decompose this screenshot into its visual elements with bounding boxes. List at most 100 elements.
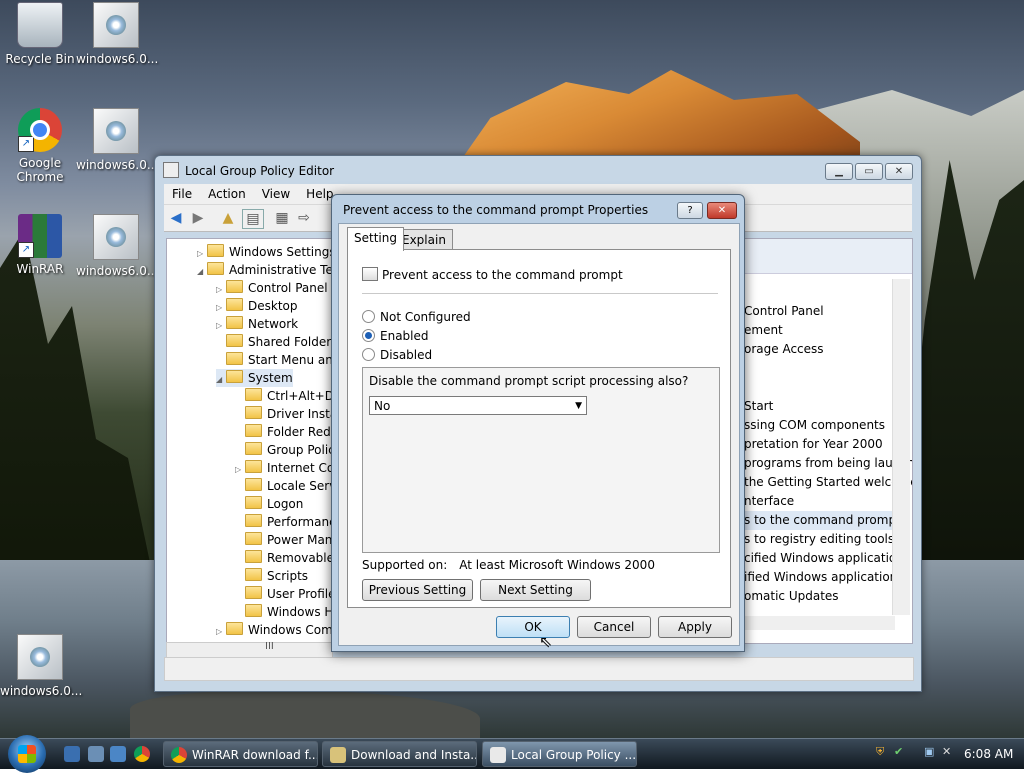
list-item[interactable]: s to registry editing tools xyxy=(744,530,894,549)
tab-setting[interactable]: Setting xyxy=(347,227,404,251)
list-item[interactable]: Control Panel xyxy=(744,302,824,321)
list-item[interactable]: Start xyxy=(744,397,773,416)
help-button[interactable]: ? xyxy=(677,202,703,219)
properties-dialog[interactable]: Prevent access to the command prompt Pro… xyxy=(331,194,745,652)
tree-item[interactable]: Ctrl+Alt+De xyxy=(245,387,332,405)
expand-arrow-icon[interactable]: ▷ xyxy=(216,317,226,335)
radio-not-configured[interactable]: Not Configured xyxy=(362,309,471,325)
tree-item[interactable]: ▷ Desktop xyxy=(216,297,298,315)
forward-arrow-icon[interactable]: ▶ xyxy=(188,209,208,227)
tree-item[interactable]: ▷ Windows Settings xyxy=(197,243,332,261)
list-item[interactable]: pretation for Year 2000 xyxy=(744,435,883,454)
tree-item[interactable]: Power Mana xyxy=(245,531,332,549)
desktop-icon-winrar[interactable]: ↗ WinRAR xyxy=(0,214,80,276)
taskbar-item-download-install[interactable]: Download and Insta... xyxy=(322,741,477,767)
switch-windows-icon[interactable] xyxy=(88,746,104,762)
list-item[interactable]: the Getting Started welcome xyxy=(744,473,912,492)
tree-item[interactable]: User Profiles xyxy=(245,585,332,603)
apply-button[interactable]: Apply xyxy=(658,616,732,638)
tree-item[interactable]: Shared Folders xyxy=(226,333,332,351)
desktop-icon-setup-4[interactable]: windows6.0... xyxy=(0,634,82,698)
list-item[interactable]: nterface xyxy=(744,492,794,511)
minimize-button[interactable]: ▁ xyxy=(825,163,853,180)
tree-item[interactable]: Scripts xyxy=(245,567,308,585)
radio-disabled[interactable]: Disabled xyxy=(362,347,432,363)
checkmark-icon[interactable]: ✔ xyxy=(894,745,908,759)
tree-item[interactable]: Performanc xyxy=(245,513,332,531)
cancel-button[interactable]: Cancel xyxy=(577,616,651,638)
tree-item[interactable]: ▷ Internet Cor xyxy=(235,459,332,479)
settings-horizontal-scrollbar[interactable] xyxy=(735,616,895,630)
tree-item[interactable]: ▷ Windows Comp xyxy=(216,621,332,641)
shield-icon[interactable]: ⛨ xyxy=(876,745,890,759)
tree-item[interactable]: Locale Servi xyxy=(245,477,332,495)
radio-enabled[interactable]: Enabled xyxy=(362,328,429,344)
chrome-quicklaunch-icon[interactable] xyxy=(134,746,150,762)
collapse-arrow-icon[interactable]: ◢ xyxy=(197,263,207,281)
tree-horizontal-scrollbar[interactable]: III xyxy=(166,641,333,658)
tree-item[interactable]: Folder Redir xyxy=(245,423,332,441)
settings-list-pane[interactable]: Control Panel ement orage Access Start s… xyxy=(735,238,913,644)
desktop-icon-setup-2[interactable]: windows6.0... xyxy=(76,108,158,172)
volume-muted-icon[interactable]: ✕ xyxy=(942,745,956,759)
dropdown-value: No xyxy=(374,399,391,413)
tree-item[interactable]: ▷ Control Panel xyxy=(216,279,328,297)
start-button[interactable] xyxy=(8,735,46,773)
scroll-grip[interactable]: III xyxy=(265,641,274,652)
expand-arrow-icon[interactable]: ▷ xyxy=(216,623,226,641)
radio-button-selected-icon[interactable] xyxy=(362,329,375,342)
menu-action[interactable]: Action xyxy=(200,184,254,204)
ok-button[interactable]: OK xyxy=(496,616,570,638)
tree-item-label: Desktop xyxy=(248,299,298,313)
menu-file[interactable]: File xyxy=(164,184,200,204)
show-hide-tree-icon[interactable]: ▤ xyxy=(242,209,264,229)
tree-item[interactable]: Logon xyxy=(245,495,303,513)
taskbar-item-group-policy[interactable]: Local Group Policy ... xyxy=(482,741,637,767)
tree-item-selected[interactable]: ◢ System xyxy=(216,369,293,387)
up-folder-icon[interactable]: ▲ xyxy=(218,209,238,227)
properties-icon[interactable]: ▦ xyxy=(272,209,292,227)
options-panel: Disable the command prompt script proces… xyxy=(362,367,720,651)
settings-vertical-scrollbar[interactable] xyxy=(892,279,910,615)
policy-tree[interactable]: ▷ Windows Settings ◢ Administrative Tem ▷ C… xyxy=(166,238,333,644)
tree-item[interactable]: ▷ Network xyxy=(216,315,298,333)
list-item[interactable]: omatic Updates xyxy=(744,587,839,606)
dialog-close-button[interactable]: ✕ xyxy=(707,202,737,219)
desktop-icon-setup-1[interactable]: windows6.0... xyxy=(76,2,158,66)
collapse-arrow-icon[interactable]: ◢ xyxy=(216,371,226,389)
tree-item[interactable]: ◢ Administrative Tem xyxy=(197,261,332,281)
policy-editor-icon xyxy=(490,747,506,763)
expand-arrow-icon[interactable]: ▷ xyxy=(235,461,245,479)
list-item[interactable]: cified Windows applications xyxy=(744,549,910,568)
back-arrow-icon[interactable]: ◀ xyxy=(166,209,186,227)
taskbar-item-winrar-download[interactable]: WinRAR download f... xyxy=(163,741,318,767)
menu-view[interactable]: View xyxy=(254,184,298,204)
tree-item[interactable]: Windows He xyxy=(245,603,332,621)
tree-item[interactable]: Removable xyxy=(245,549,332,567)
maximize-button[interactable]: ▭ xyxy=(855,163,883,180)
list-item[interactable]: ssing COM components xyxy=(744,416,885,435)
radio-button-icon[interactable] xyxy=(362,310,375,323)
next-setting-button[interactable]: Next Setting xyxy=(480,579,591,601)
tree-item[interactable]: Start Menu and xyxy=(226,351,332,369)
desktop-icon-recycle-bin[interactable]: Recycle Bin xyxy=(0,2,80,66)
tree-item[interactable]: Group Polic xyxy=(245,441,332,459)
show-desktop-icon[interactable] xyxy=(64,746,80,762)
explorer-icon[interactable] xyxy=(110,746,126,762)
taskbar-clock[interactable]: 6:08 AM xyxy=(964,739,1013,769)
network-icon[interactable]: ▣ xyxy=(924,745,938,759)
export-list-icon[interactable]: ⇨ xyxy=(294,209,314,227)
tree-item[interactable]: Driver Instal xyxy=(245,405,332,423)
close-button[interactable]: ✕ xyxy=(885,163,913,180)
list-item[interactable]: orage Access xyxy=(744,340,824,359)
list-item[interactable]: programs from being launch xyxy=(744,454,912,473)
previous-setting-button[interactable]: Previous Setting xyxy=(362,579,473,601)
list-item[interactable]: ified Windows applications xyxy=(744,568,904,587)
desktop-icon-google-chrome[interactable]: ↗ Google Chrome xyxy=(0,108,80,184)
script-processing-dropdown[interactable]: No ▼ xyxy=(369,396,587,415)
list-item-selected[interactable]: s to the command prompt xyxy=(736,511,901,530)
list-item[interactable]: ement xyxy=(744,321,783,340)
radio-button-icon[interactable] xyxy=(362,348,375,361)
folder-icon xyxy=(245,568,262,581)
desktop-icon-setup-3[interactable]: windows6.0... xyxy=(76,214,158,278)
